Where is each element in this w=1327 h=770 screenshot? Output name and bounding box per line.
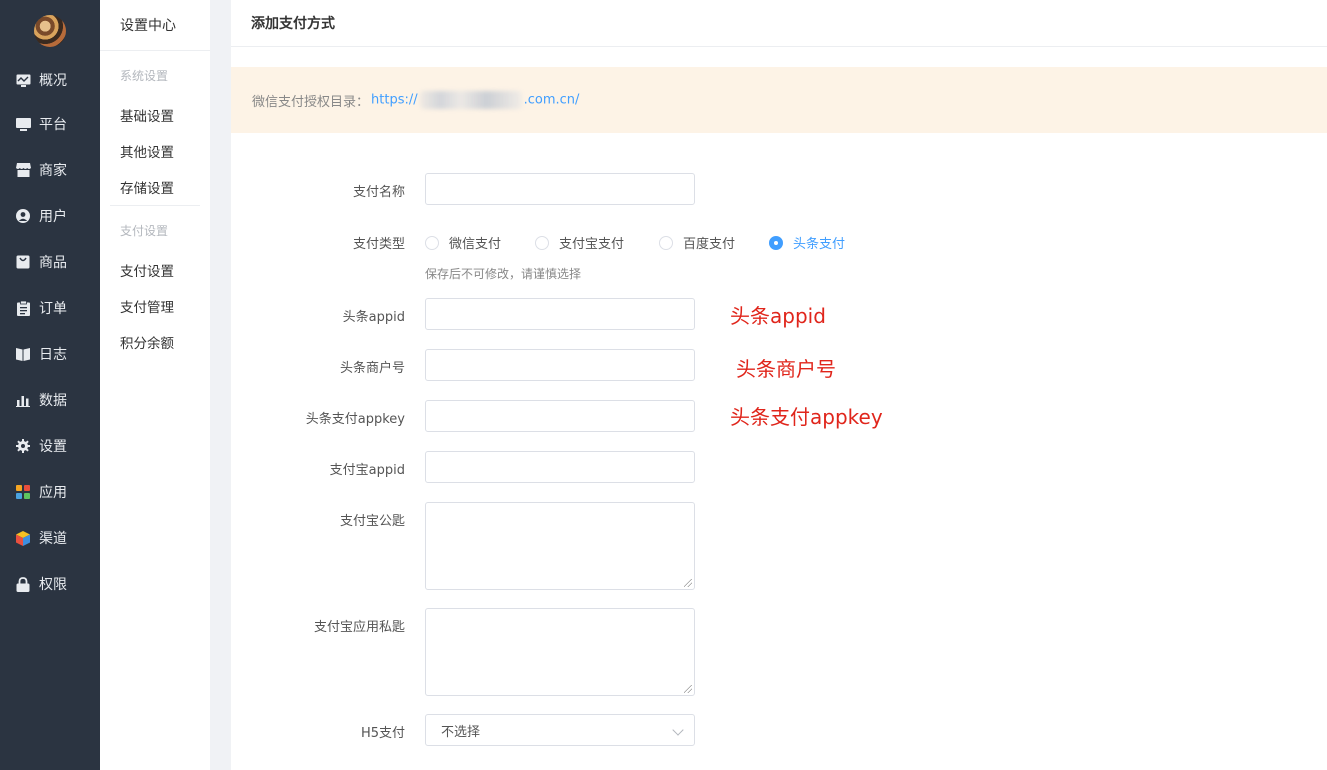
nav-item-label: 日志 [39,347,67,363]
h5-pay-select-value: 不选择 [441,724,481,740]
pay-type-label: 支付类型 [352,237,405,252]
pay-type-hint: 保存后不可修改，请谨慎选择 [425,267,582,281]
main-panel: 添加支付方式 微信支付授权目录： https:// .com.cn/ 支付名称 支… [231,0,1327,770]
dashboard-icon [15,72,31,88]
nav-item-merchant[interactable]: 商家 [0,150,100,190]
nav-item-channel[interactable]: 渠道 [0,518,100,558]
monitor-icon [15,116,31,132]
nav-item-label: 权限 [39,577,67,593]
toutiao-appkey-input[interactable] [425,400,695,432]
wechat-auth-notice: 微信支付授权目录： https:// .com.cn/ [231,67,1327,133]
apps-grid-icon [15,484,31,500]
nav-item-overview[interactable]: 概况 [0,60,100,100]
radio-circle [425,235,439,250]
alipay-privkey-textarea[interactable] [425,608,695,696]
radio-baidu-pay[interactable]: 百度支付 [659,233,735,252]
nav-item-apps[interactable]: 应用 [0,472,100,512]
toutiao-appid-label: 头条appid [342,310,405,325]
nav-item-label: 用户 [39,209,67,225]
nav-item-settings[interactable]: 设置 [0,426,100,466]
nav-item-label: 概况 [39,73,67,89]
nav-item-label: 商品 [39,255,67,271]
radio-label: 微信支付 [449,237,502,252]
store-icon [15,162,31,178]
resize-grip-icon[interactable] [684,579,692,587]
cube-icon [15,530,31,546]
nav-item-label: 订单 [39,301,67,317]
notice-link-prefix: https:// [371,92,418,108]
notice-link[interactable]: https:// .com.cn/ [371,91,579,109]
clipboard-icon [15,300,31,316]
alipay-pubkey-label: 支付宝公匙 [339,514,405,529]
nav-item-data[interactable]: 数据 [0,380,100,420]
submenu-item-pay-manage[interactable]: 支付管理 [120,296,174,316]
toutiao-appid-input[interactable] [425,298,695,330]
nav-item-permission[interactable]: 权限 [0,564,100,604]
alipay-privkey-label: 支付宝应用私匙 [313,620,405,635]
avatar[interactable] [34,15,66,47]
radio-circle [535,235,549,250]
user-icon [15,208,31,224]
chevron-down-icon [672,724,684,736]
h5-pay-label: H5支付 [360,726,405,741]
nav-item-label: 渠道 [39,531,67,547]
main-sidebar: 概况 平台 商家 用户 商品 订单 日志 数据 设置 应用 渠道 权限 [0,0,100,770]
radio-circle [659,235,673,250]
submenu-group-pay: 支付设置 [120,224,169,238]
toutiao-appkey-label: 头条支付appkey [305,412,405,427]
radio-label: 百度支付 [683,237,736,252]
radio-circle [769,235,783,250]
submenu-item-other[interactable]: 其他设置 [120,141,174,161]
notice-link-suffix: .com.cn/ [523,92,580,108]
submenu-item-storage[interactable]: 存储设置 [120,177,174,197]
radio-label: 头条支付 [793,237,846,252]
bag-icon [15,254,31,270]
radio-label: 支付宝支付 [559,237,625,252]
nav-item-goods[interactable]: 商品 [0,242,100,282]
page-title: 添加支付方式 [231,0,1327,47]
nav-item-log[interactable]: 日志 [0,334,100,374]
toutiao-merchant-input[interactable] [425,349,695,381]
redacted-domain [419,91,522,109]
nav-item-label: 商家 [39,163,67,179]
bar-chart-icon [15,392,31,408]
alipay-appid-input[interactable] [425,451,695,483]
submenu-item-points-balance[interactable]: 积分余额 [120,332,174,352]
annotation-appkey: 头条支付appkey [730,405,883,429]
gear-icon [15,438,31,454]
toutiao-merchant-label: 头条商户号 [339,361,405,376]
resize-grip-icon[interactable] [684,685,692,693]
nav-item-platform[interactable]: 平台 [0,104,100,144]
radio-toutiao-pay[interactable]: 头条支付 [769,233,845,252]
h5-pay-select[interactable]: 不选择 [425,714,695,746]
nav-item-label: 平台 [39,117,67,133]
alipay-appid-label: 支付宝appid [329,463,405,478]
nav-item-order[interactable]: 订单 [0,288,100,328]
nav-item-label: 数据 [39,393,67,409]
radio-wechat-pay[interactable]: 微信支付 [425,233,501,252]
submenu-title: 设置中心 [100,0,210,51]
annotation-merchant: 头条商户号 [736,357,836,381]
pay-name-input[interactable] [425,173,695,205]
nav-item-user[interactable]: 用户 [0,196,100,236]
submenu-item-basic[interactable]: 基础设置 [120,105,174,125]
notice-label: 微信支付授权目录： [252,94,370,110]
submenu-group-system: 系统设置 [120,69,169,83]
submenu-item-pay-settings[interactable]: 支付设置 [120,260,174,280]
lock-icon [15,576,31,592]
annotation-appid: 头条appid [730,304,826,328]
nav-item-label: 设置 [39,439,67,455]
submenu-divider [110,205,200,206]
radio-alipay[interactable]: 支付宝支付 [535,233,624,252]
nav-item-label: 应用 [39,485,67,501]
alipay-pubkey-textarea[interactable] [425,502,695,590]
book-icon [15,346,31,362]
settings-submenu: 设置中心 系统设置 基础设置 其他设置 存储设置 支付设置 支付设置 支付管理 … [100,0,210,770]
pay-name-label: 支付名称 [352,185,405,200]
